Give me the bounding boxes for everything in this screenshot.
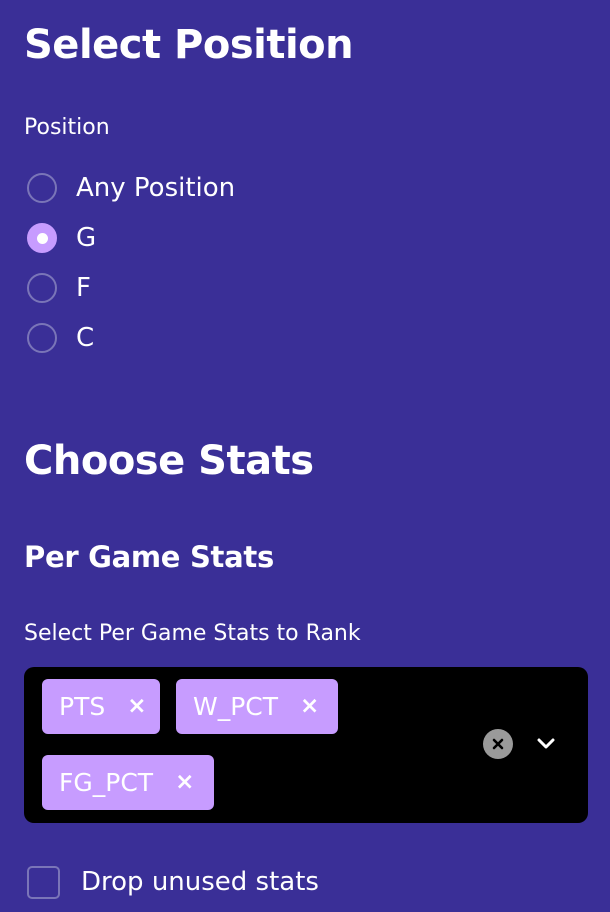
tag-label: W_PCT: [193, 692, 279, 721]
tag-w-pct[interactable]: W_PCT ×: [176, 679, 338, 734]
radio-circle-unselected[interactable]: [27, 173, 57, 203]
select-position-title: Select Position: [24, 22, 354, 68]
radio-option-g[interactable]: G: [27, 221, 96, 255]
radio-option-c[interactable]: C: [27, 321, 94, 355]
radio-option-label: Any Position: [76, 173, 236, 203]
multiselect-label: Select Per Game Stats to Rank: [24, 621, 361, 646]
clear-all-icon[interactable]: [483, 729, 513, 759]
stats-multiselect[interactable]: PTS × W_PCT × FG_PCT ×: [24, 667, 588, 823]
radio-option-label: C: [76, 323, 95, 353]
tag-label: PTS: [59, 692, 106, 721]
radio-option-any-position[interactable]: Any Position: [27, 171, 235, 205]
tag-fg-pct[interactable]: FG_PCT ×: [42, 755, 214, 810]
radio-circle-selected[interactable]: [27, 223, 57, 253]
checkbox-label: Drop unused stats: [81, 867, 319, 897]
choose-stats-title: Choose Stats: [24, 438, 314, 484]
radio-selected-dot: [36, 232, 48, 244]
drop-unused-stats-checkbox[interactable]: [27, 865, 60, 899]
close-icon[interactable]: ×: [127, 695, 146, 718]
clear-x-glyph: [492, 738, 504, 750]
radio-option-label: F: [76, 273, 91, 303]
tag-pts[interactable]: PTS ×: [42, 679, 160, 734]
close-icon[interactable]: ×: [175, 771, 194, 794]
radio-circle-unselected[interactable]: [27, 273, 57, 303]
chevron-down-icon[interactable]: [532, 730, 560, 758]
chevron-glyph: [537, 738, 555, 749]
tag-label: FG_PCT: [59, 768, 154, 797]
close-icon[interactable]: ×: [300, 695, 319, 718]
position-radio-label: Position: [24, 115, 110, 140]
radio-circle-unselected[interactable]: [27, 323, 57, 353]
drop-unused-stats-checkbox-row[interactable]: Drop unused stats: [27, 864, 319, 900]
radio-option-label: G: [76, 223, 97, 253]
per-game-stats-subtitle: Per Game Stats: [24, 540, 274, 574]
radio-option-f[interactable]: F: [27, 271, 91, 305]
